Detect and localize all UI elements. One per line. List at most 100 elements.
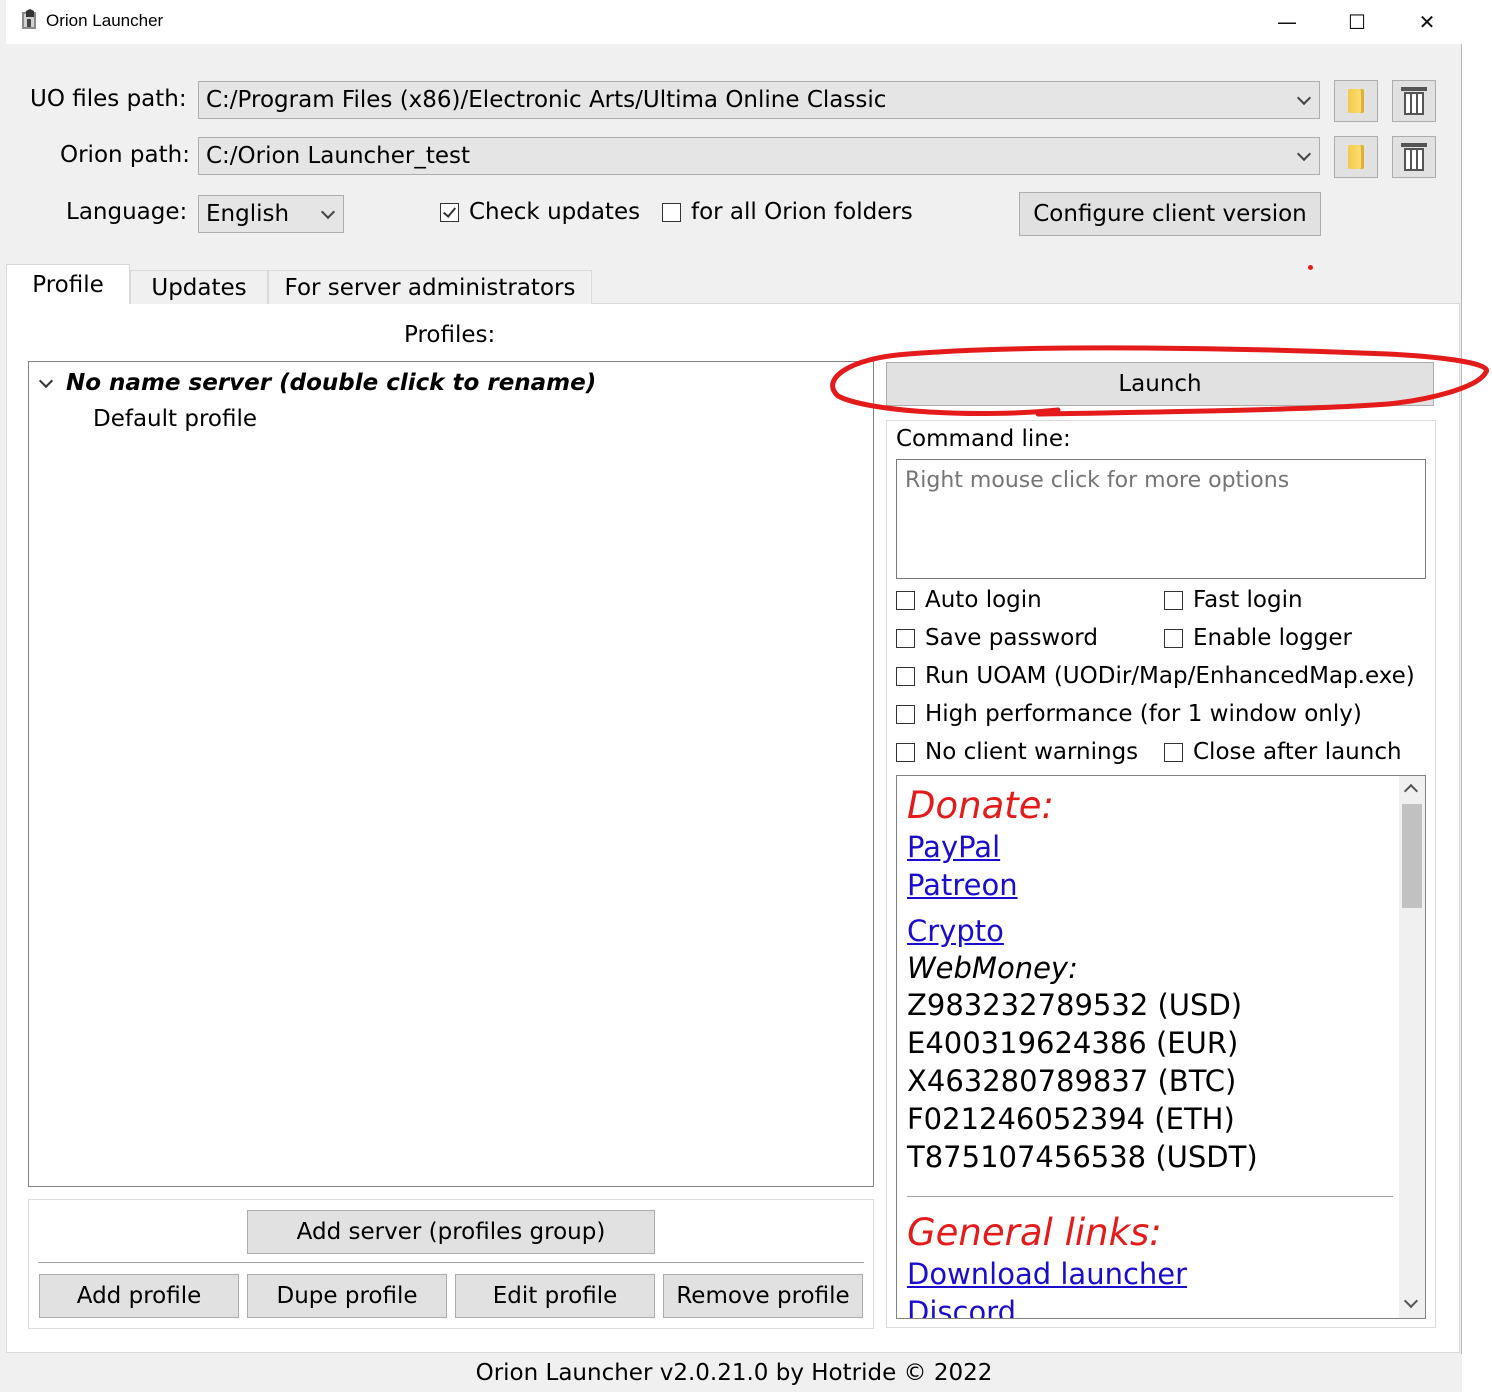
crypto-link[interactable]: Crypto [907, 912, 1397, 950]
fast-login-label: Fast login [1193, 587, 1303, 613]
checkbox-icon [1164, 628, 1183, 648]
tab-server-administrators[interactable]: For server administrators [268, 270, 592, 304]
check-updates-label: Check updates [469, 199, 641, 225]
divider [38, 1262, 864, 1263]
minimize-button[interactable]: — [1252, 0, 1322, 44]
no-client-warnings-checkbox[interactable]: No client warnings [896, 739, 1138, 765]
save-password-checkbox[interactable]: Save password [896, 625, 1098, 651]
title-bar[interactable]: Orion Launcher — ☐ ✕ [6, 0, 1462, 44]
window-title: Orion Launcher [46, 11, 164, 30]
run-uoam-label: Run UOAM (UODir/Map/EnhancedMap.exe) [925, 663, 1415, 689]
checkbox-icon [896, 590, 915, 610]
orion-path-clear-button[interactable] [1392, 136, 1436, 178]
checkbox-icon [1164, 742, 1183, 762]
launcher-window: Orion Launcher — ☐ ✕ UO files path: C:/P… [0, 0, 1462, 1392]
all-orion-folders-label: for all Orion folders [691, 199, 913, 225]
trash-icon [1401, 143, 1427, 171]
divider [907, 1196, 1393, 1197]
wallet-address: F021246052394 (ETH) [907, 1102, 1235, 1136]
edit-profile-button[interactable]: Edit profile [455, 1274, 655, 1318]
uo-path-combobox[interactable]: C:/Program Files (x86)/Electronic Arts/U… [198, 81, 1320, 119]
donate-header: Donate: [907, 784, 1054, 827]
uo-path-label: UO files path: [30, 86, 187, 112]
discord-link[interactable]: Discord [907, 1293, 1397, 1318]
app-icon [22, 9, 36, 29]
trash-icon [1401, 87, 1427, 115]
status-bar: Orion Launcher v2.0.21.0 by Hotride © 20… [6, 1354, 1462, 1392]
webmoney-label: WebMoney: [907, 951, 1078, 985]
close-after-launch-label: Close after launch [1193, 739, 1402, 765]
language-combobox[interactable]: English [198, 195, 344, 233]
desktop-background-right [1463, 0, 1492, 1392]
checkbox-icon [1164, 590, 1183, 610]
orion-path-value: C:/Orion Launcher_test [206, 143, 471, 169]
launch-button[interactable]: Launch [886, 362, 1434, 406]
enable-logger-label: Enable logger [1193, 625, 1352, 651]
wallet-address: Z983232789532 (USD) [907, 988, 1243, 1022]
checkbox-icon [896, 742, 915, 762]
uo-path-value: C:/Program Files (x86)/Electronic Arts/U… [206, 87, 887, 113]
profiles-tree[interactable]: No name server (double click to rename) … [28, 361, 874, 1187]
annotation-dot [1308, 265, 1313, 270]
maximize-icon: ☐ [1348, 10, 1366, 34]
scrollbar-thumb[interactable] [1402, 804, 1422, 908]
general-links-header: General links: [907, 1211, 1162, 1254]
save-password-label: Save password [925, 625, 1098, 651]
high-performance-label: High performance (for 1 window only) [925, 701, 1362, 727]
patreon-link[interactable]: Patreon [907, 866, 1397, 904]
auto-login-label: Auto login [925, 587, 1042, 613]
uo-path-clear-button[interactable] [1392, 80, 1436, 122]
run-uoam-checkbox[interactable]: Run UOAM (UODir/Map/EnhancedMap.exe) [896, 663, 1415, 689]
download-launcher-link[interactable]: Download launcher [907, 1255, 1397, 1293]
info-scrollbar[interactable] [1399, 776, 1425, 1318]
orion-path-browse-button[interactable] [1334, 136, 1378, 178]
remove-profile-button[interactable]: Remove profile [663, 1274, 863, 1318]
add-profile-button[interactable]: Add profile [39, 1274, 239, 1318]
maximize-button[interactable]: ☐ [1322, 0, 1392, 44]
uo-path-browse-button[interactable] [1334, 80, 1378, 122]
language-label: Language: [66, 199, 188, 225]
folder-icon [1348, 145, 1364, 169]
folder-icon [1348, 89, 1364, 113]
wallet-address: T875107456538 (USDT) [907, 1140, 1258, 1174]
profiles-label: Profiles: [404, 322, 496, 348]
all-orion-folders-checkbox[interactable]: for all Orion folders [662, 199, 913, 225]
chevron-down-icon [1296, 146, 1312, 162]
checkbox-icon [896, 704, 915, 724]
checkbox-icon [662, 202, 681, 222]
close-icon: ✕ [1418, 10, 1436, 34]
dupe-profile-button[interactable]: Dupe profile [247, 1274, 447, 1318]
no-client-warnings-label: No client warnings [925, 739, 1139, 765]
orion-path-label: Orion path: [60, 142, 190, 168]
chevron-down-icon [1296, 90, 1312, 106]
checkbox-icon [896, 628, 915, 648]
scroll-up-icon[interactable] [1403, 783, 1419, 799]
close-button[interactable]: ✕ [1392, 0, 1462, 44]
paypal-link[interactable]: PayPal [907, 828, 1397, 866]
tab-profile[interactable]: Profile [6, 264, 130, 304]
chevron-down-icon [320, 204, 336, 220]
configure-client-version-button[interactable]: Configure client version [1019, 192, 1321, 236]
checkbox-checked-icon [440, 202, 459, 222]
close-after-launch-checkbox[interactable]: Close after launch [1164, 739, 1402, 765]
fast-login-checkbox[interactable]: Fast login [1164, 587, 1303, 613]
add-server-button[interactable]: Add server (profiles group) [247, 1210, 655, 1254]
tree-server-node[interactable]: No name server (double click to rename) [66, 370, 596, 396]
status-text: Orion Launcher v2.0.21.0 by Hotride © 20… [475, 1360, 993, 1386]
checkbox-icon [896, 666, 915, 686]
high-performance-checkbox[interactable]: High performance (for 1 window only) [896, 701, 1362, 727]
check-updates-checkbox[interactable]: Check updates [440, 199, 640, 225]
language-value: English [206, 201, 290, 227]
auto-login-checkbox[interactable]: Auto login [896, 587, 1042, 613]
tab-updates[interactable]: Updates [130, 270, 268, 304]
tree-profile-node[interactable]: Default profile [93, 406, 257, 432]
scroll-down-icon[interactable] [1403, 1293, 1419, 1309]
wallet-address: E400319624386 (EUR) [907, 1026, 1239, 1060]
enable-logger-checkbox[interactable]: Enable logger [1164, 625, 1352, 651]
command-line-label: Command line: [896, 426, 1071, 452]
orion-path-combobox[interactable]: C:/Orion Launcher_test [198, 137, 1320, 175]
info-panel[interactable]: Donate: PayPal Patreon Crypto WebMoney: … [896, 775, 1426, 1319]
chevron-down-icon[interactable] [38, 373, 54, 389]
wallet-address: X463280789837 (BTC) [907, 1064, 1237, 1098]
command-line-input[interactable] [896, 459, 1426, 579]
